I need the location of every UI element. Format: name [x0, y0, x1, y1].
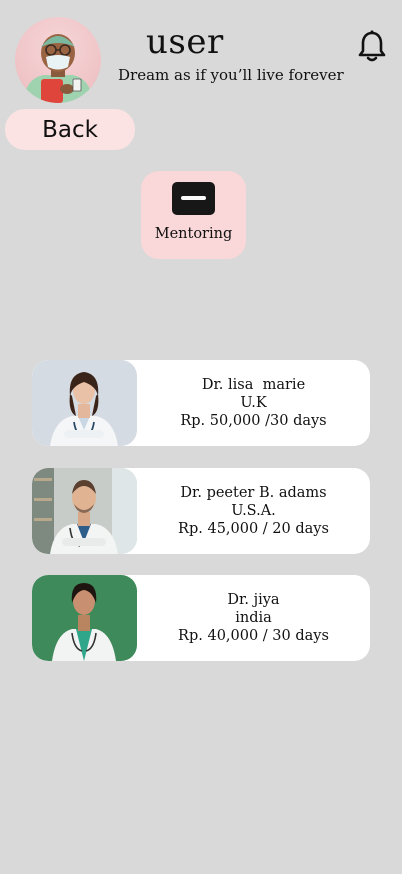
doctor-country: india — [235, 610, 272, 626]
doctor-price: Rp. 50,000 /30 days — [180, 413, 327, 429]
doctor-photo — [32, 360, 137, 446]
bell-icon[interactable] — [357, 30, 387, 64]
doctor-card[interactable]: Dr. jiya india Rp. 40,000 / 30 days — [32, 575, 370, 661]
username: user — [146, 22, 224, 62]
minus-square-icon — [172, 182, 215, 215]
doctor-price: Rp. 40,000 / 30 days — [178, 628, 329, 644]
doctor-info: Dr. lisa marie U.K Rp. 50,000 /30 days — [137, 360, 370, 446]
category-mentoring[interactable]: Mentoring — [141, 171, 246, 259]
doctor-card[interactable]: Dr. peeter B. adams U.S.A. Rp. 45,000 / … — [32, 468, 370, 554]
doctor-name: Dr. peeter B. adams — [180, 485, 327, 501]
doctor-info: Dr. peeter B. adams U.S.A. Rp. 45,000 / … — [137, 468, 370, 554]
avatar-illustration — [23, 34, 93, 103]
doctor-info: Dr. jiya india Rp. 40,000 / 30 days — [137, 575, 370, 661]
doctor-name: Dr. lisa marie — [201, 377, 306, 393]
category-label: Mentoring — [154, 226, 233, 242]
tagline: Dream as if you’ll live forever — [118, 66, 344, 84]
doctor-card[interactable]: Dr. lisa marie U.K Rp. 50,000 /30 days — [32, 360, 370, 446]
doctor-photo — [32, 468, 137, 554]
doctor-name: Dr. jiya — [227, 592, 280, 608]
avatar[interactable] — [15, 17, 101, 103]
doctor-country: U.S.A. — [231, 503, 276, 519]
doctor-price: Rp. 45,000 / 20 days — [178, 521, 329, 537]
back-button[interactable]: Back — [5, 109, 135, 150]
doctor-photo — [32, 575, 137, 661]
doctor-country: U.K — [240, 395, 267, 411]
